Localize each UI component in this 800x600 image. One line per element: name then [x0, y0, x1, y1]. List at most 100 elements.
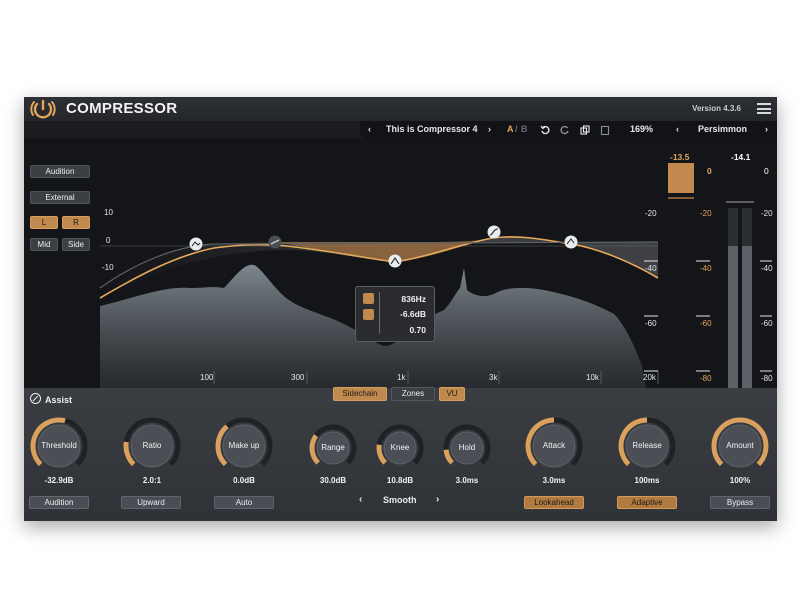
- out-scale-40: -40: [761, 264, 773, 273]
- meter-ticks: [644, 260, 772, 372]
- gain-label-zero: 0: [106, 236, 111, 245]
- gr-scale-80: -80: [700, 374, 712, 383]
- prev-theme-button[interactable]: ‹: [676, 124, 679, 134]
- threshold-knob-label: Threshold: [41, 441, 77, 450]
- band-tooltip: 836Hz -6.6dB 0.70: [355, 286, 435, 342]
- right-channel-toggle[interactable]: R: [62, 216, 90, 229]
- freq-label-300: 300: [291, 373, 305, 382]
- assist-icon: [30, 393, 41, 404]
- copy-icon[interactable]: [580, 125, 590, 135]
- upward-button[interactable]: Upward: [121, 496, 181, 509]
- hamburger-menu-icon[interactable]: [757, 103, 771, 114]
- output-peak-value: -14.1: [731, 152, 751, 162]
- amount-value: 100%: [729, 476, 751, 485]
- audition-button[interactable]: Audition: [29, 496, 89, 509]
- power-logo-icon: [30, 100, 56, 119]
- ab-a-button[interactable]: A: [507, 124, 514, 134]
- out-scale-20: -20: [761, 209, 773, 218]
- redo-icon[interactable]: [560, 125, 570, 135]
- auto-button[interactable]: Auto: [214, 496, 274, 509]
- gain-label-top: 10: [104, 208, 113, 217]
- mid-toggle[interactable]: Mid: [30, 238, 58, 251]
- theme-name[interactable]: Persimmon: [698, 124, 747, 134]
- ratio-knob-label: Ratio: [142, 441, 162, 450]
- threshold-value: -32.9dB: [44, 476, 74, 485]
- power-icon[interactable]: [363, 309, 374, 320]
- band-node-5[interactable]: [564, 235, 578, 249]
- smooth-next-button[interactable]: ›: [436, 494, 439, 505]
- assist-button[interactable]: Assist: [30, 393, 72, 405]
- freq-label-100: 100: [200, 373, 214, 382]
- tooltip-q: 0.70: [409, 325, 426, 335]
- freq-label-1k: 1k: [397, 373, 406, 382]
- gr-scale-60: -60: [700, 319, 712, 328]
- range-label-40: -40: [645, 264, 657, 273]
- output-zero-label: 0: [764, 166, 769, 176]
- prev-preset-button[interactable]: ‹: [368, 124, 371, 134]
- range-label-60: -60: [645, 319, 657, 328]
- ab-b-button[interactable]: B: [521, 124, 528, 134]
- attack-knob-label: Attack: [542, 441, 566, 450]
- amount-knob-label: Amount: [726, 441, 754, 450]
- gr-scale-20: -20: [700, 209, 712, 218]
- tab-vu[interactable]: VU: [439, 387, 465, 401]
- tab-sidechain[interactable]: Sidechain: [333, 387, 387, 401]
- lookahead-button[interactable]: Lookahead: [524, 496, 584, 509]
- output-meter-right: [742, 246, 752, 388]
- release-value: 100ms: [634, 476, 660, 485]
- header-bar: COMPRESSOR Version 4.3.6: [24, 97, 777, 121]
- band-node-1[interactable]: [189, 237, 203, 251]
- tooltip-freq: 836Hz: [401, 294, 426, 304]
- hold-knob-label: Hold: [458, 443, 476, 452]
- hold-value: 3.0ms: [455, 476, 479, 485]
- next-preset-button[interactable]: ›: [488, 124, 491, 134]
- out-scale-80: -80: [761, 374, 773, 383]
- knee-value: 10.8dB: [386, 476, 414, 485]
- ab-slash: /: [515, 124, 518, 134]
- spectrum-graph: [99, 163, 772, 388]
- band-node-4[interactable]: [487, 225, 501, 239]
- gr-peak-value: -13.5: [670, 152, 690, 162]
- app-title: COMPRESSOR: [66, 100, 178, 117]
- gain-label-bottom: -10: [102, 263, 114, 272]
- gr-zero-label: 0: [707, 166, 712, 176]
- side-toggle[interactable]: Side: [62, 238, 90, 251]
- version-label: Version 4.3.6: [692, 104, 741, 113]
- left-channel-toggle[interactable]: L: [30, 216, 58, 229]
- make-up-knob-label: Make up: [228, 441, 260, 450]
- adaptive-button[interactable]: Adaptive: [617, 496, 677, 509]
- freq-label-3k: 3k: [489, 373, 498, 382]
- preset-name[interactable]: This is Compressor 4: [386, 124, 478, 134]
- paste-icon[interactable]: [600, 125, 610, 135]
- compressor-plugin: COMPRESSOR Version 4.3.6 ‹ This is Compr…: [24, 97, 777, 521]
- smooth-mode-label[interactable]: Smooth: [383, 495, 417, 505]
- output-meter-left: [728, 246, 738, 388]
- control-panel: Assist Threshold -32.9dB Ratio 2.0:1 Make …: [24, 388, 777, 521]
- range-value: 30.0dB: [319, 476, 347, 485]
- out-scale-60: -60: [761, 319, 773, 328]
- freq-label-10k: 10k: [586, 373, 599, 382]
- external-toggle[interactable]: External: [30, 191, 90, 204]
- zoom-level[interactable]: 169%: [630, 124, 653, 134]
- gr-scale-40: -40: [700, 264, 712, 273]
- tab-zones[interactable]: Zones: [391, 387, 435, 401]
- audition-toggle[interactable]: Audition: [30, 165, 90, 178]
- graph-display[interactable]: Audition External L R Mid Side 10 0 -10 …: [24, 138, 777, 388]
- assist-label: Assist: [45, 395, 73, 405]
- band-node-3[interactable]: [388, 254, 402, 268]
- attack-value: 3.0ms: [542, 476, 566, 485]
- next-theme-button[interactable]: ›: [765, 124, 768, 134]
- pin-icon[interactable]: [363, 293, 374, 304]
- ratio-value: 2.0:1: [142, 476, 162, 485]
- band-node-2[interactable]: [268, 235, 282, 249]
- undo-icon[interactable]: [540, 125, 550, 135]
- knee-knob-label: Knee: [390, 443, 410, 452]
- freq-label-20k: 20k: [643, 373, 656, 382]
- range-label-20: -20: [645, 209, 657, 218]
- bypass-button[interactable]: Bypass: [710, 496, 770, 509]
- release-knob-label: Release: [632, 441, 662, 450]
- smooth-prev-button[interactable]: ‹: [359, 494, 362, 505]
- range-knob-label: Range: [321, 443, 345, 452]
- preset-toolbar: ‹ This is Compressor 4 › A / B 169% ‹ Pe…: [360, 121, 777, 138]
- tooltip-gain: -6.6dB: [400, 309, 426, 319]
